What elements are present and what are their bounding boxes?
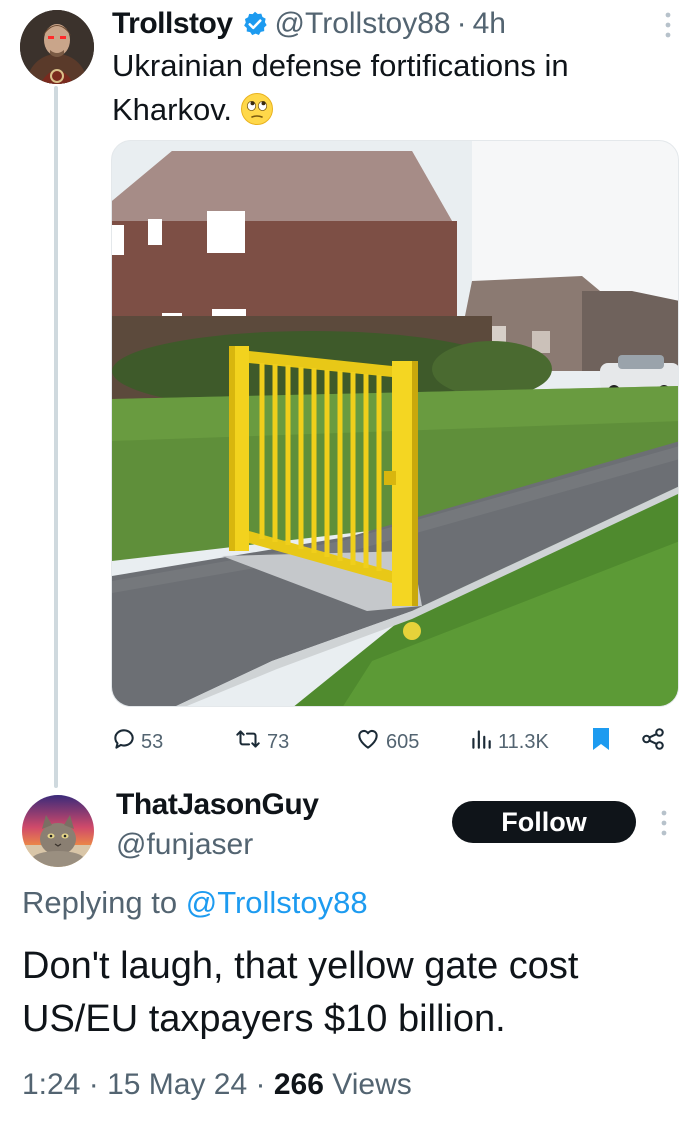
views-total: 266 — [273, 1068, 324, 1101]
tweet-time[interactable]: 1:24 — [22, 1068, 80, 1101]
replying-to-line: Replying to @Trollstoy88 — [22, 885, 368, 921]
tweet-action-bar: 53 73 605 11.3K — [111, 722, 681, 762]
views-label: Views — [332, 1068, 412, 1101]
like-button[interactable]: 605 — [354, 722, 419, 762]
share-button[interactable] — [639, 722, 671, 762]
rolling-eyes-emoji-icon — [240, 92, 274, 126]
repost-icon — [233, 726, 267, 758]
follow-button[interactable]: Follow — [452, 801, 636, 843]
separator-dot: · — [255, 1068, 266, 1101]
reply-count: 53 — [141, 730, 164, 753]
more-options-icon[interactable] — [664, 10, 672, 40]
author-avatar[interactable] — [20, 10, 94, 84]
tweet-meta: 1:24 · 15 May 24 · 266 Views — [22, 1068, 412, 1102]
thread-connector-line — [54, 86, 58, 788]
views-chart-icon — [468, 726, 498, 758]
repost-button[interactable]: 73 — [233, 722, 289, 762]
bookmark-icon — [589, 726, 617, 758]
share-icon — [639, 726, 671, 758]
replying-to-mention-link[interactable]: @Trollstoy88 — [186, 885, 368, 920]
reply-author-handle[interactable]: @funjaser — [116, 828, 253, 862]
views-button[interactable]: 11.3K — [468, 722, 549, 762]
verified-badge-icon — [241, 10, 269, 38]
heart-icon — [354, 726, 386, 758]
parent-tweet-body: Ukrainian defense fortifications in Khar… — [112, 48, 569, 127]
tweet-photo[interactable] — [111, 140, 679, 707]
parent-tweet-text: Ukrainian defense fortifications in Khar… — [112, 44, 672, 132]
reply-tweet-text: Don't laugh, that yellow gate cost US/EU… — [22, 945, 579, 1040]
bookmark-button[interactable] — [589, 722, 617, 762]
like-count: 605 — [386, 730, 420, 753]
reply-author-name[interactable]: ThatJasonGuy — [116, 788, 319, 822]
reply-icon — [111, 726, 141, 758]
parent-tweet-header: Trollstoy @Trollstoy88 · 4h — [112, 4, 640, 44]
replying-to-label: Replying to — [22, 885, 178, 920]
reply-author-avatar[interactable] — [22, 795, 94, 867]
separator-dot: · — [456, 7, 467, 40]
more-options-icon[interactable] — [660, 808, 668, 838]
tweet-timestamp[interactable]: 4h — [473, 7, 506, 41]
repost-count: 73 — [267, 730, 290, 753]
author-handle[interactable]: @Trollstoy88 — [275, 7, 451, 41]
tweet-date[interactable]: 15 May 24 — [107, 1068, 247, 1101]
views-count: 11.3K — [498, 730, 549, 753]
author-name[interactable]: Trollstoy — [112, 7, 233, 41]
separator-dot: · — [88, 1068, 99, 1101]
reply-button[interactable]: 53 — [111, 722, 163, 762]
